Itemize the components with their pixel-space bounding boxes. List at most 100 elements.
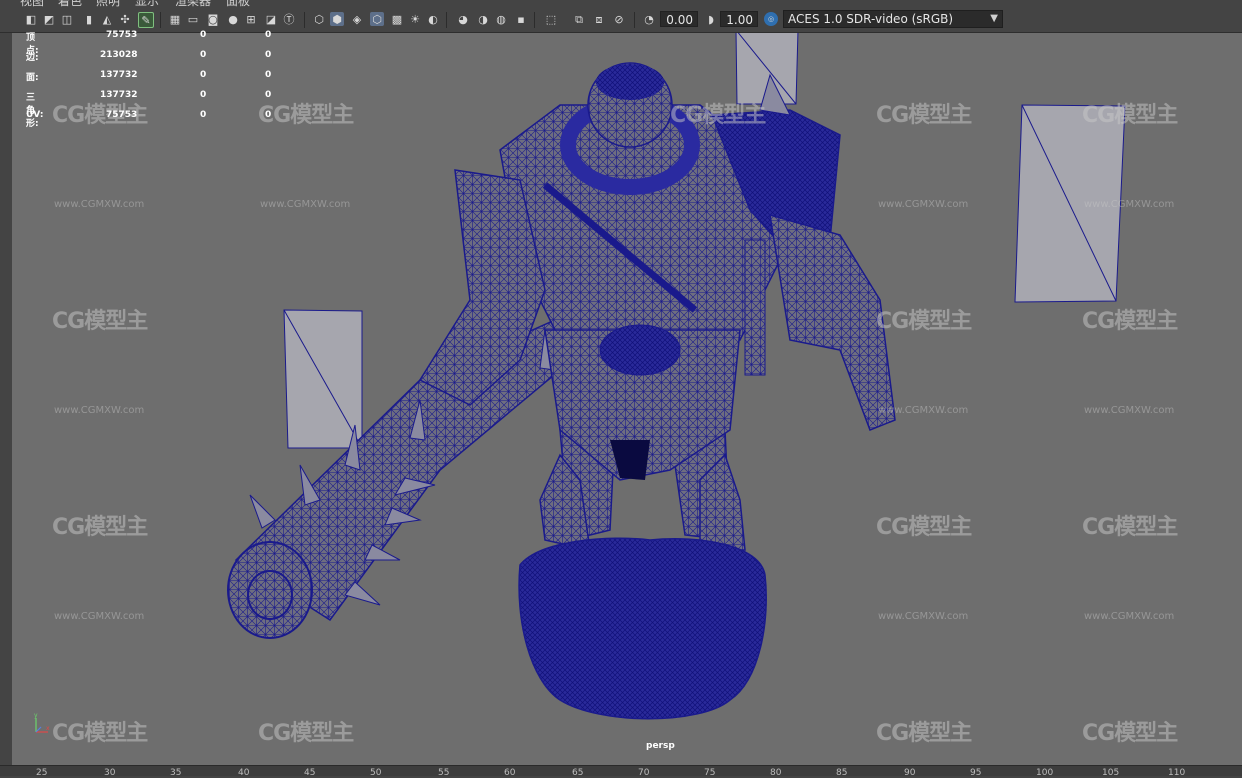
isolate-select-icon[interactable]: ⬚: [544, 12, 558, 26]
watermark-url: www.CGMXW.com: [878, 611, 969, 622]
color-space-value: ACES 1.0 SDR-video (sRGB): [788, 12, 954, 26]
ruler-tick: 65: [572, 768, 584, 778]
gamma-icon[interactable]: ◗: [704, 12, 718, 26]
camera-attributes-icon[interactable]: ◫: [60, 12, 74, 26]
textured-icon[interactable]: ▩: [390, 12, 404, 26]
grid-icon[interactable]: ▦: [168, 12, 182, 26]
menu-shading[interactable]: 着色: [58, 0, 82, 8]
ruler-tick: 85: [836, 768, 848, 778]
lights-icon[interactable]: ☀: [408, 12, 422, 26]
watermark-url: www.CGMXW.com: [1084, 405, 1175, 416]
card-left: [283, 309, 363, 449]
color-management-icon[interactable]: ◎: [764, 12, 778, 26]
ruler-tick: 105: [1102, 768, 1120, 778]
ruler-tick: 75: [704, 768, 716, 778]
watermark-logo: CG模型主: [1082, 515, 1178, 540]
watermark-logo: CG模型主: [52, 515, 148, 540]
watermark-logo: CG模型主: [876, 515, 972, 540]
image-plane-icon[interactable]: ◭: [100, 12, 114, 26]
gate-mask-icon[interactable]: ●: [226, 12, 240, 26]
timeline-ruler[interactable]: 25 30 35 40 45 50 55 60 65 70 75 80 85 9…: [0, 765, 1242, 778]
watermark-logo: CG模型主: [1082, 721, 1178, 746]
watermark-url: www.CGMXW.com: [54, 405, 145, 416]
ruler-tick: 60: [504, 768, 516, 778]
menu-show[interactable]: 显示: [135, 0, 159, 8]
watermark-logo: CG模型主: [876, 309, 972, 334]
hud-value: 213028: [100, 50, 138, 60]
ruler-tick: 30: [104, 768, 116, 778]
grease-pencil-icon[interactable]: ✎: [138, 12, 154, 28]
hud-value: 0: [265, 70, 272, 80]
hud-label: 边:: [26, 53, 39, 63]
xray-icon[interactable]: ⬡: [370, 12, 384, 26]
hud-value: 137732: [100, 70, 138, 80]
watermark-logo: CG模型主: [876, 103, 972, 128]
backface-icon[interactable]: ⊘: [612, 12, 626, 26]
menu-view[interactable]: 视图: [20, 0, 44, 8]
ruler-tick: 95: [970, 768, 982, 778]
watermark-logo: CG模型主: [52, 309, 148, 334]
viewport-scene: [227, 33, 1126, 720]
watermark-logo: CG模型主: [258, 721, 354, 746]
wireframe-icon[interactable]: ⬡: [312, 12, 326, 26]
watermark-url: www.CGMXW.com: [54, 611, 145, 622]
motion-blur-icon[interactable]: ◑: [476, 12, 490, 26]
left-panel-edge: [0, 33, 12, 765]
safe-title-icon[interactable]: Ⓣ: [282, 12, 296, 26]
axis-y-label: y: [34, 712, 38, 719]
axis-x-label: x: [46, 725, 50, 732]
bookmark-icon[interactable]: ▮: [82, 12, 96, 26]
hud-value: 0: [265, 50, 272, 60]
field-chart-icon[interactable]: ⊞: [244, 12, 258, 26]
menu-panels[interactable]: 面板: [226, 0, 250, 8]
ambient-occlusion-icon[interactable]: ◕: [456, 12, 470, 26]
film-gate-icon[interactable]: ▭: [186, 12, 200, 26]
camera-name-label: persp: [646, 741, 675, 751]
camera-lock-icon[interactable]: ◩: [42, 12, 56, 26]
exposure-field[interactable]: 0.00: [660, 11, 698, 27]
pivot-icon[interactable]: ✣: [118, 12, 132, 26]
watermark-logo: CG模型主: [258, 103, 354, 128]
viewport-persp[interactable]: CG模型主 CG模型主 CG模型主 CG模型主 CG模型主 www.CGMXW.…: [12, 33, 1242, 765]
anti-alias-icon[interactable]: ◍: [494, 12, 508, 26]
panel-toolbar: ◧ ◩ ◫ ▮ ◭ ✣ ✎ ▦ ▭ ◙ ● ⊞ ◪ Ⓣ ⬡ ⬢ ◈ ⬡ ▩ ☀ …: [0, 8, 1242, 33]
xray-joints-icon[interactable]: ⧉: [572, 12, 586, 26]
camera-select-icon[interactable]: ◧: [24, 12, 38, 26]
watermark-logo: CG模型主: [1082, 103, 1178, 128]
hud-value: 0: [265, 90, 272, 100]
hud-value: 0: [200, 110, 207, 120]
color-space-dropdown[interactable]: ACES 1.0 SDR-video (sRGB) ▼: [783, 10, 1003, 28]
smooth-shade-icon[interactable]: ⬢: [330, 12, 344, 26]
ruler-tick: 110: [1168, 768, 1186, 778]
ruler-tick: 80: [770, 768, 782, 778]
watermark-logo: CG模型主: [1082, 309, 1178, 334]
watermark-logo: CG模型主: [52, 721, 148, 746]
ruler-tick: 50: [370, 768, 382, 778]
hud-value: 0: [265, 110, 272, 120]
safe-action-icon[interactable]: ◪: [264, 12, 278, 26]
ruler-tick: 100: [1036, 768, 1054, 778]
ruler-tick: 90: [904, 768, 916, 778]
depth-of-field-icon[interactable]: ▪: [514, 12, 528, 26]
hud-value: 75753: [106, 30, 138, 40]
axis-gizmo: y x: [34, 712, 50, 733]
exposure-icon[interactable]: ◔: [642, 12, 656, 26]
gamma-field[interactable]: 1.00: [720, 11, 758, 27]
ruler-tick: 70: [638, 768, 650, 778]
watermark-url: www.CGMXW.com: [260, 199, 351, 210]
hud-value: 137732: [100, 90, 138, 100]
menu-renderer[interactable]: 渲染器: [175, 0, 211, 8]
xray-active-icon[interactable]: ⧈: [592, 12, 606, 26]
ruler-tick: 35: [170, 768, 182, 778]
watermark-logo: CG模型主: [670, 103, 766, 128]
resolution-gate-icon[interactable]: ◙: [206, 12, 220, 26]
watermark-url: www.CGMXW.com: [878, 199, 969, 210]
shadows-icon[interactable]: ◐: [426, 12, 440, 26]
menu-bar: 视图 着色 照明 显示 渲染器 面板: [0, 0, 1242, 8]
ruler-tick: 55: [438, 768, 450, 778]
shade-wireframe-icon[interactable]: ◈: [350, 12, 364, 26]
watermark-url: www.CGMXW.com: [878, 405, 969, 416]
watermark-url: www.CGMXW.com: [1084, 611, 1175, 622]
menu-lighting[interactable]: 照明: [96, 0, 120, 8]
hud-label: 面:: [26, 73, 39, 83]
